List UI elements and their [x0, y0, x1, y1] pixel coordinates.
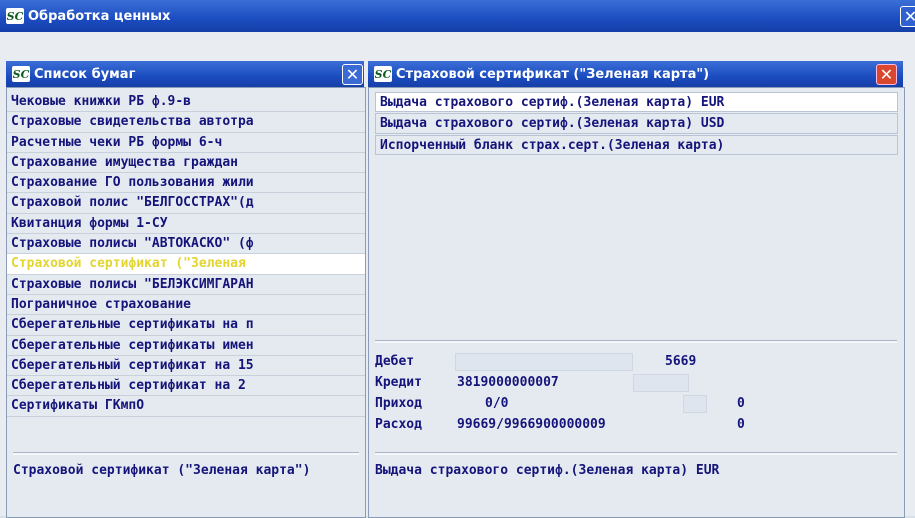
list-window-titlebar: SC Список бумаг ✕ [6, 61, 364, 87]
debit-value: 5669 [665, 354, 697, 369]
list-item[interactable]: Страховые свидетельства автотра [7, 112, 365, 133]
paper-list: Чековые книжки РБ ф.9-в Страховые свидете… [7, 88, 365, 417]
list-item[interactable]: Сберегательные сертификаты на п [7, 315, 365, 336]
debit-box [455, 353, 633, 371]
operation-item[interactable]: Выдача страхового сертиф.(Зеленая карта)… [375, 92, 898, 113]
list-item[interactable]: Сберегательные сертификаты имен [7, 336, 365, 356]
app-logo-icon: SC [6, 8, 24, 24]
income-value: 0/0 [485, 396, 509, 411]
list-close-button[interactable]: ✕ [342, 64, 363, 85]
credit-label: Кредит [375, 375, 422, 390]
cert-window-titlebar: SC Страховой сертификат ("Зеленая карта"… [368, 61, 903, 87]
income-box [683, 395, 707, 413]
operation-item[interactable]: Испорченный бланк страх.серт.(Зеленая ка… [375, 134, 898, 155]
paper-description: Страховой сертификат ("Зеленая карта") [13, 463, 311, 478]
operation-list: Выдача страхового сертиф.(Зеленая карта)… [369, 88, 904, 155]
cert-close-button[interactable]: ✕ [876, 64, 897, 85]
expense-label: Расход [375, 417, 422, 432]
list-item[interactable]: Страховой полис "БЕЛГОССТРАХ"(д [7, 193, 365, 214]
list-window-title: Список бумаг [34, 66, 136, 82]
expense-value: 99669/9966900000009 [457, 417, 606, 432]
main-window-title: Обработка ценных [28, 8, 171, 24]
list-separator [13, 452, 359, 455]
cert-desc-separator [375, 452, 897, 455]
list-item[interactable]: Страхование ГО пользования жили [7, 173, 365, 194]
stats-separator [375, 340, 897, 343]
main-window-titlebar: SC Обработка ценных ✕ [0, 0, 915, 32]
list-item[interactable]: Сберегательный сертификат на 2 [7, 376, 365, 397]
list-item[interactable]: Чековые книжки РБ ф.9-в [7, 92, 365, 113]
expense-count: 0 [737, 417, 745, 432]
list-item[interactable]: Страхование имущества граждан [7, 153, 365, 174]
list-item[interactable]: Страховой сертификат ("Зеленая [7, 254, 365, 275]
income-label: Приход [375, 396, 422, 411]
list-window-logo-icon: SC [12, 66, 30, 82]
list-item[interactable]: Квитанция формы 1-СУ [7, 214, 365, 235]
cert-panel: Выдача страхового сертиф.(Зеленая карта)… [368, 87, 905, 518]
credit-value: 3819000000007 [457, 375, 559, 390]
paper-list-panel: Чековые книжки РБ ф.9-в Страховые свидете… [6, 87, 366, 518]
debit-label: Дебет [375, 354, 415, 369]
credit-box [633, 374, 689, 392]
list-item[interactable]: Сберегательный сертификат на 15 [7, 356, 365, 377]
operation-description: Выдача страхового сертиф.(Зеленая карта)… [375, 463, 720, 478]
list-item[interactable]: Сертификаты ГКмпО [7, 396, 365, 417]
list-item[interactable]: Страховые полисы "БЕЛЭКСИМГАРАН [7, 275, 365, 295]
list-item[interactable]: Расчетные чеки РБ формы 6-ч [7, 133, 365, 153]
list-item[interactable]: Пограничное страхование [7, 295, 365, 316]
income-count: 0 [737, 396, 745, 411]
list-item[interactable]: Страховые полисы "АВТОКАСКО" (ф [7, 234, 365, 255]
cert-window-title: Страховой сертификат ("Зеленая карта") [396, 66, 710, 82]
cert-window-logo-icon: SC [374, 66, 392, 82]
operation-item[interactable]: Выдача страхового сертиф.(Зеленая карта)… [375, 113, 898, 134]
main-close-button[interactable]: ✕ [900, 6, 915, 27]
